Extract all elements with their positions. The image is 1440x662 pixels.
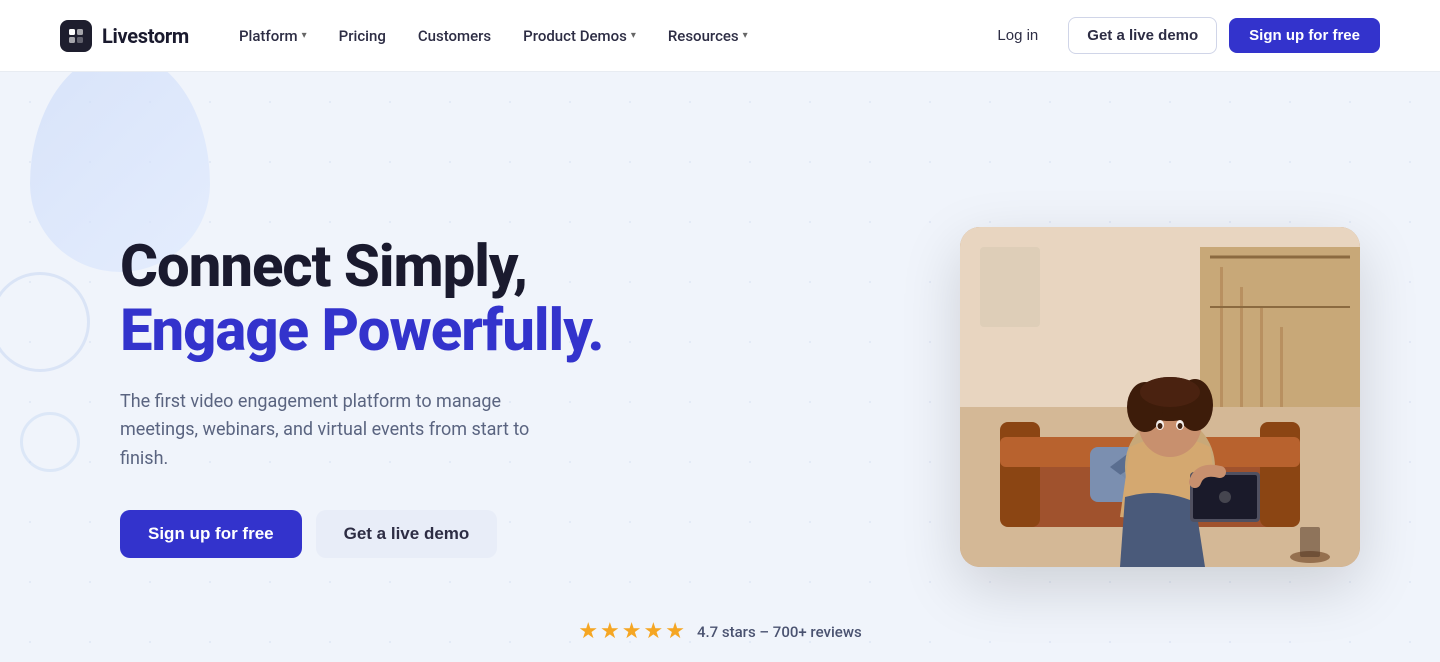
blob-left-low xyxy=(20,412,80,472)
logo[interactable]: Livestorm xyxy=(60,20,189,52)
star-icons: ★★★★★ xyxy=(578,619,687,644)
stars-text: 4.7 stars – 700+ reviews xyxy=(697,623,862,641)
nav-links: Platform ▾ Pricing Customers Product Dem… xyxy=(225,19,762,53)
blob-left-mid xyxy=(0,272,90,372)
resources-chevron-icon: ▾ xyxy=(743,30,748,41)
nav-resources[interactable]: Resources ▾ xyxy=(654,19,762,53)
nav-product-demos[interactable]: Product Demos ▾ xyxy=(509,19,650,53)
hero-section: Connect Simply, Engage Powerfully. The f… xyxy=(0,72,1440,662)
hero-content: Connect Simply, Engage Powerfully. The f… xyxy=(120,236,604,558)
hero-title-line2: Engage Powerfully. xyxy=(120,300,604,364)
hero-image-wrapper xyxy=(960,227,1360,567)
nav-platform[interactable]: Platform ▾ xyxy=(225,19,321,53)
nav-left: Livestorm Platform ▾ Pricing Customers P… xyxy=(60,19,762,53)
logo-text: Livestorm xyxy=(102,24,189,48)
signup-hero-button[interactable]: Sign up for free xyxy=(120,510,302,558)
stars-section: ★★★★★ 4.7 stars – 700+ reviews xyxy=(578,619,861,644)
nav-pricing[interactable]: Pricing xyxy=(325,19,400,53)
hero-image xyxy=(960,227,1360,567)
hero-subtitle: The first video engagement platform to m… xyxy=(120,388,580,474)
product-demos-chevron-icon: ▾ xyxy=(631,30,636,41)
navbar: Livestorm Platform ▾ Pricing Customers P… xyxy=(0,0,1440,72)
nav-right: Log in Get a live demo Sign up for free xyxy=(979,17,1380,54)
nav-customers[interactable]: Customers xyxy=(404,19,505,53)
login-button[interactable]: Log in xyxy=(979,18,1056,53)
hero-title-line1: Connect Simply, xyxy=(120,236,604,300)
logo-icon xyxy=(60,20,92,52)
platform-chevron-icon: ▾ xyxy=(302,30,307,41)
get-demo-button[interactable]: Get a live demo xyxy=(1068,17,1217,54)
hero-buttons: Sign up for free Get a live demo xyxy=(120,510,604,558)
demo-hero-button[interactable]: Get a live demo xyxy=(316,510,498,558)
signup-nav-button[interactable]: Sign up for free xyxy=(1229,18,1380,53)
